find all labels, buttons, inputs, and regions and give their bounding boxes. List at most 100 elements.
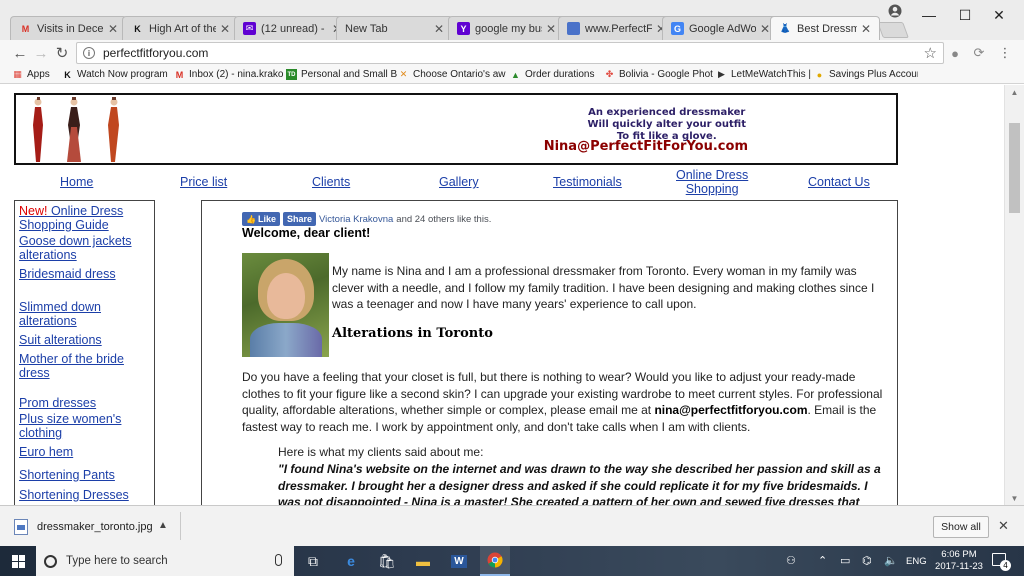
thumbs-up-icon: 👍 <box>246 214 256 224</box>
nav-price-list[interactable]: Price list <box>180 175 227 189</box>
network-icon[interactable]: ⌬ <box>862 554 872 567</box>
windows-taskbar: Type here to search ⧉ e 🛍 ▬ W ⚇ ⌃ ▭ ⌬ 🔈 … <box>0 546 1024 576</box>
close-tab-icon[interactable]: ✕ <box>108 22 120 36</box>
system-clock[interactable]: 6:06 PM 2017-11-23 <box>930 549 988 573</box>
download-item[interactable]: dressmaker_toronto.jpg <box>14 513 178 541</box>
facebook-friend-name[interactable]: Victoria Krakovna <box>319 214 393 225</box>
alterations-heading: Alterations in Toronto <box>332 326 493 341</box>
volume-icon[interactable]: 🔈 <box>884 554 898 567</box>
tab-yahoo-mail[interactable]: ✉(12 unread) - a✕ <box>234 16 351 40</box>
nav-gallery[interactable]: Gallery <box>439 175 479 189</box>
bookmark-ontario[interactable]: ✕ Choose Ontario's aw <box>398 69 510 80</box>
edge-icon[interactable]: e <box>336 546 366 576</box>
testimonials-intro: Here is what my clients said about me: <box>278 445 484 459</box>
bookmark-td[interactable]: TD Personal and Small B <box>286 69 398 80</box>
new-tab-button[interactable] <box>877 22 909 38</box>
bookmark-watch-now[interactable]: K Watch Now program <box>62 69 174 80</box>
task-view-icon[interactable]: ⧉ <box>298 546 328 576</box>
bookmark-inbox[interactable]: M Inbox (2) - nina.krako <box>174 69 286 80</box>
address-bar[interactable]: i perfectfitforyou.com ☆ <box>76 42 944 64</box>
extension-icon-2[interactable]: ⟳ <box>970 44 988 62</box>
dress-icon: 👗 <box>779 23 792 33</box>
tab-visits[interactable]: MVisits in Decem✕ <box>10 16 127 40</box>
tab-new-tab[interactable]: New Tab ✕ <box>336 16 453 40</box>
sidebar-item-slimmed-down[interactable]: Slimmed down alterations <box>19 300 149 328</box>
kh-icon: K <box>64 69 71 80</box>
microphone-icon[interactable] <box>275 554 282 566</box>
nav-clients[interactable]: Clients <box>312 175 350 189</box>
dress-models-image <box>33 97 119 162</box>
tab-google-adwords[interactable]: G Google AdWor ✕ <box>662 16 779 40</box>
tab-google-my-business[interactable]: Ygoogle my busi ✕ <box>448 16 565 40</box>
close-tab-icon[interactable]: ✕ <box>220 22 232 36</box>
store-icon[interactable]: 🛍 <box>372 546 402 576</box>
language-indicator[interactable]: ENG <box>906 556 927 567</box>
nav-testimonials[interactable]: Testimonials <box>553 175 622 189</box>
close-tab-icon[interactable]: ✕ <box>434 22 446 36</box>
sidebar-item-mother-of-bride[interactable]: Mother of the bride dress <box>19 352 149 380</box>
maximize-button[interactable]: ☐ <box>948 2 982 28</box>
battery-icon[interactable]: ▭ <box>840 554 850 567</box>
gmail-icon: M <box>21 23 30 34</box>
file-explorer-icon[interactable]: ▬ <box>408 546 438 576</box>
close-window-button[interactable]: ✕ <box>982 2 1016 28</box>
download-separator <box>180 512 181 540</box>
browser-toolbar: ← → ↻ i perfectfitforyou.com ☆ ● ⟳ ⋮ <box>0 40 1024 66</box>
profile-icon[interactable] <box>888 4 902 18</box>
bookmark-order-durations[interactable]: ▲ Order durations <box>510 69 604 80</box>
chevron-up-icon[interactable]: ▲ <box>158 520 168 531</box>
forward-button[interactable]: → <box>31 43 51 63</box>
facebook-share-button[interactable]: Share <box>282 212 316 226</box>
nav-home[interactable]: Home <box>60 175 93 189</box>
sidebar-item-shortening-pants[interactable]: Shortening Pants <box>19 468 149 482</box>
sidebar-item-shortening-dresses[interactable]: Shortening Dresses <box>19 488 149 502</box>
bookmark-letmewatchthis[interactable]: ▶LetMeWatchThis | Pri <box>716 69 814 80</box>
taskbar-search[interactable]: Type here to search <box>36 546 294 576</box>
facebook-like-button[interactable]: 👍 Like <box>242 212 280 226</box>
chrome-icon[interactable] <box>480 546 510 576</box>
reload-button[interactable]: ↻ <box>52 43 72 63</box>
back-button[interactable]: ← <box>10 43 30 63</box>
scroll-down-arrow-icon[interactable]: ▼ <box>1005 491 1024 505</box>
main-content: 👍 Like Share Victoria Krakovna and 24 oth… <box>201 200 898 505</box>
download-bar: dressmaker_toronto.jpg ▲ Show all ✕ <box>0 505 1024 546</box>
tab-perfectfit[interactable]: www.PerfectFit✕ <box>558 16 675 40</box>
sidebar-item-plus-size[interactable]: Plus size women's clothing <box>19 412 149 440</box>
scroll-thumb[interactable] <box>1009 123 1020 213</box>
bookmark-bolivia[interactable]: ✤ Bolivia - Google Phot <box>604 69 716 80</box>
sidebar-item-suit[interactable]: Suit alterations <box>19 333 149 347</box>
show-all-button[interactable]: Show all <box>933 516 989 538</box>
sidebar-item-goose-down[interactable]: Goose down jackets alterations <box>19 234 149 262</box>
word-icon[interactable]: W <box>444 546 474 576</box>
menu-icon[interactable]: ⋮ <box>996 44 1014 62</box>
chart-icon: ▲ <box>511 69 520 80</box>
sidebar-item-bridesmaid[interactable]: Bridesmaid dress <box>19 267 149 281</box>
minimize-button[interactable]: — <box>912 2 946 28</box>
yahoo-mail-icon: ✉ <box>243 22 256 35</box>
show-hidden-icons[interactable]: ⌃ <box>818 554 827 567</box>
sidebar-nav: New! Online Dress Shopping Guide Goose d… <box>14 200 155 505</box>
tab-best-dressmaker[interactable]: 👗Best Dressmak✕ <box>770 16 880 40</box>
intro-paragraph: My name is Nina and I am a professional … <box>332 264 875 311</box>
bookmark-apps[interactable]: ▦ Apps <box>12 69 62 80</box>
close-tab-icon[interactable]: ✕ <box>546 22 558 36</box>
page-scrollbar[interactable]: ▲ ▼ <box>1004 85 1024 505</box>
close-download-bar-icon[interactable]: ✕ <box>998 518 1009 534</box>
nav-contact-us[interactable]: Contact Us <box>808 175 870 189</box>
sidebar-item-euro-hem[interactable]: Euro hem <box>19 445 149 459</box>
start-button[interactable] <box>0 546 36 576</box>
page-viewport: An experienced dressmaker Will quickly a… <box>0 85 1004 505</box>
bookmark-star-icon[interactable]: ☆ <box>924 44 937 62</box>
close-tab-icon[interactable]: ✕ <box>861 22 873 36</box>
extension-icon[interactable]: ● <box>946 44 964 62</box>
tab-strip: MVisits in Decem✕ KHigh Art of the✕ ✉(12… <box>0 0 1024 40</box>
people-icon[interactable]: ⚇ <box>786 554 796 567</box>
yahoo-icon: Y <box>457 22 470 35</box>
bookmark-savings[interactable]: ● Savings Plus Account <box>814 69 918 80</box>
sidebar-item-prom[interactable]: Prom dresses <box>19 396 149 410</box>
tab-high-art[interactable]: K High Art of the ✕ <box>122 16 239 40</box>
scroll-up-arrow-icon[interactable]: ▲ <box>1005 85 1024 99</box>
sidebar-item-online-dress-guide[interactable]: New! Online Dress Shopping Guide <box>19 204 149 232</box>
info-icon[interactable]: i <box>83 47 95 59</box>
nav-online-dress-shopping[interactable]: Online Dress Shopping <box>676 168 748 196</box>
